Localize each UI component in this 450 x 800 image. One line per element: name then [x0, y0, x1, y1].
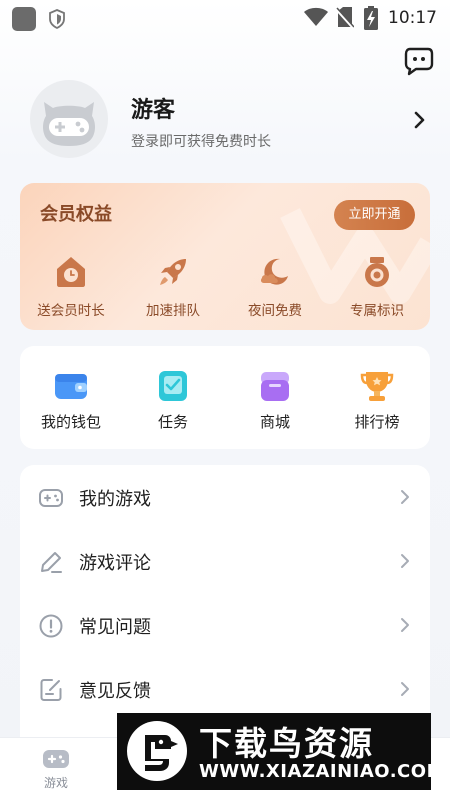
status-bar: 10:17: [0, 0, 450, 36]
menu-item-game-reviews[interactable]: 游戏评论: [20, 529, 430, 593]
tool-shop[interactable]: 商城: [230, 368, 320, 432]
tool-wallet[interactable]: 我的钱包: [26, 368, 116, 432]
chat-bubble-icon[interactable]: [404, 46, 434, 76]
chevron-right-icon: [401, 618, 409, 632]
activate-member-button[interactable]: 立即开通: [334, 200, 415, 230]
benefit-label: 夜间免费: [248, 303, 302, 319]
pencil-icon: [41, 552, 62, 573]
benefit-label: 加速排队: [146, 303, 200, 319]
gamepad-avatar-icon: [43, 102, 95, 146]
moon-cloud-icon: [260, 258, 288, 285]
menu-label: 我的游戏: [79, 489, 151, 510]
quick-tools-card: 我的钱包 任务 商城 排行榜: [20, 346, 430, 449]
shield-icon: [49, 9, 65, 29]
tool-leaderboard[interactable]: 排行榜: [332, 368, 422, 432]
avatar[interactable]: [30, 80, 108, 158]
username[interactable]: 游客: [131, 92, 175, 124]
bird-logo-icon: [127, 721, 187, 781]
trophy-icon: [360, 372, 394, 401]
benefit-exclusive-badge[interactable]: 专属标识: [332, 255, 422, 319]
rocket-icon: [160, 259, 186, 285]
game-tab-icon: [43, 750, 69, 768]
gamepad-icon: [39, 489, 63, 507]
tab-games[interactable]: 游戏: [26, 738, 86, 800]
menu-item-my-games[interactable]: 我的游戏: [20, 465, 430, 529]
no-sim-icon: [336, 7, 354, 29]
status-time: 10:17: [388, 8, 437, 28]
tool-label: 任务: [157, 413, 188, 431]
benefit-label: 送会员时长: [37, 303, 105, 319]
battery-charging-icon: [364, 6, 378, 30]
chevron-right-icon[interactable]: [412, 110, 428, 130]
tool-label: 我的钱包: [40, 413, 101, 431]
chevron-right-icon: [401, 490, 409, 504]
task-icon: [159, 371, 187, 401]
benefit-night-free[interactable]: 夜间免费: [230, 255, 320, 319]
member-benefits-card[interactable]: 会员权益 立即开通 送会员时长 加速排队 夜间免费 专属标识: [20, 183, 430, 330]
menu-item-faq[interactable]: 常见问题: [20, 593, 430, 657]
benefit-label: 专属标识: [350, 303, 404, 319]
menu-label: 意见反馈: [79, 681, 151, 702]
benefit-speed-queue[interactable]: 加速排队: [128, 255, 218, 319]
alert-circle-icon: [39, 614, 63, 638]
menu-item-feedback[interactable]: 意见反馈: [20, 657, 430, 721]
menu-label: 常见问题: [79, 617, 151, 638]
watermark-banner: 下载鸟资源 WWW.XIAZAINIAO.COM: [117, 713, 444, 790]
tool-label: 排行榜: [354, 413, 400, 431]
clock-tag-icon: [57, 257, 85, 287]
tool-tasks[interactable]: 任务: [128, 368, 218, 432]
medal-icon: [365, 257, 389, 287]
menu-list: 我的游戏 游戏评论 常见问题 意见反馈: [20, 465, 430, 755]
member-title: 会员权益: [40, 204, 112, 225]
feedback-icon: [40, 679, 62, 701]
tool-label: 商城: [259, 413, 290, 431]
tab-label: 游戏: [43, 776, 68, 790]
login-hint[interactable]: 登录即可获得免费时长: [131, 131, 271, 151]
app-square-icon: [12, 7, 36, 31]
menu-label: 游戏评论: [79, 553, 151, 574]
chevron-right-icon: [401, 554, 409, 568]
shop-icon: [261, 372, 289, 401]
watermark-title: 下载鸟资源: [199, 724, 374, 763]
chevron-right-icon: [401, 682, 409, 696]
benefit-gift-time[interactable]: 送会员时长: [26, 255, 116, 319]
wifi-icon: [304, 7, 328, 26]
wallet-icon: [55, 374, 87, 399]
watermark-url: WWW.XIAZAINIAO.COM: [199, 761, 445, 782]
